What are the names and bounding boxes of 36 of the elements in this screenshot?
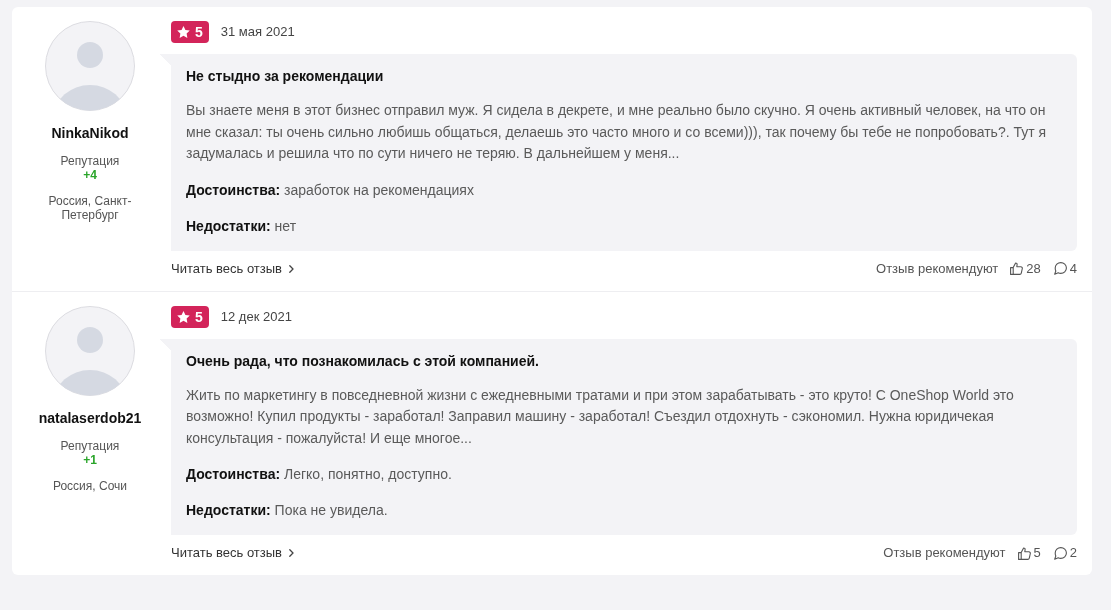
star-icon xyxy=(177,310,190,323)
review-title: Не стыдно за рекомендации xyxy=(186,67,385,86)
review-text: Жить по маркетингу в повседневной жизни с ежедневными тратами и при этом зарабатывать - это круто! С OneShop World это возможно! Купил продукты - заработал! Заправил машину - заработал! Съездил отдохнуть - сэкономил. Нужна юридичекая консультация - пожалуйста! И еще многое... xyxy=(186,385,1015,448)
chevron-right-icon xyxy=(289,264,294,273)
thumbs-up-icon xyxy=(1010,262,1024,275)
like-button[interactable]: 5 xyxy=(1017,543,1041,563)
comment-icon xyxy=(1053,546,1067,560)
thumbs-up-icon xyxy=(1017,546,1031,560)
recommend-label: Отзыв рекомендуют xyxy=(883,544,1006,562)
pros-text: Достоинства: Легко, понятно, доступно. xyxy=(186,465,453,484)
star-icon xyxy=(177,26,190,38)
review-date: 12 дек 2021 xyxy=(220,308,292,325)
review-text: Вы знаете меня в этот бизнес отправил муж. Я сидела в декрете, и мне реально было скучно. Я очень активный человек, на что он мне сказал: ты очень сильно любишь общаться, делаешь это часто много и со всеми))), так почему бы тебе не попробовать?. Тут я задумалась и решила что по сути ничего не теряю. В дальнейшем у меня... xyxy=(186,101,1048,163)
chevron-right-icon xyxy=(289,549,294,557)
review-title: Очень рада, что познакомилась с этой компанией. xyxy=(186,351,540,371)
rating-value: 5 xyxy=(195,24,203,40)
reputation-label: Репутация xyxy=(60,438,120,453)
read-more-link[interactable]: Читать весь отзыв xyxy=(171,543,294,563)
pros-text: Достоинства: заработок на рекомендациях xyxy=(186,180,475,200)
read-more-link[interactable]: Читать весь отзыв xyxy=(171,258,294,279)
reputation-value: +4 xyxy=(83,168,97,182)
location-text: Россия, Сочи xyxy=(52,478,128,493)
username[interactable]: natalaserdob21 xyxy=(38,407,142,428)
reputation-label: Репутация xyxy=(60,154,120,168)
comments-button[interactable]: 4 xyxy=(1053,258,1077,279)
reputation-value: +1 xyxy=(83,452,97,467)
comment-icon xyxy=(1053,262,1067,275)
rating-value: 5 xyxy=(195,308,203,325)
username[interactable]: NinkaNikod xyxy=(51,123,129,143)
comments-button[interactable]: 2 xyxy=(1053,543,1077,563)
recommend-label: Отзыв рекомендуют xyxy=(876,259,999,278)
review-date: 31 мая 2021 xyxy=(220,24,295,40)
cons-text: Недостатки: нет xyxy=(186,216,298,236)
location-text: Россия, Санкт-Петербург xyxy=(47,194,133,222)
like-button[interactable]: 28 xyxy=(1010,258,1041,279)
cons-text: Недостатки: Пока не увидела. xyxy=(186,501,389,520)
